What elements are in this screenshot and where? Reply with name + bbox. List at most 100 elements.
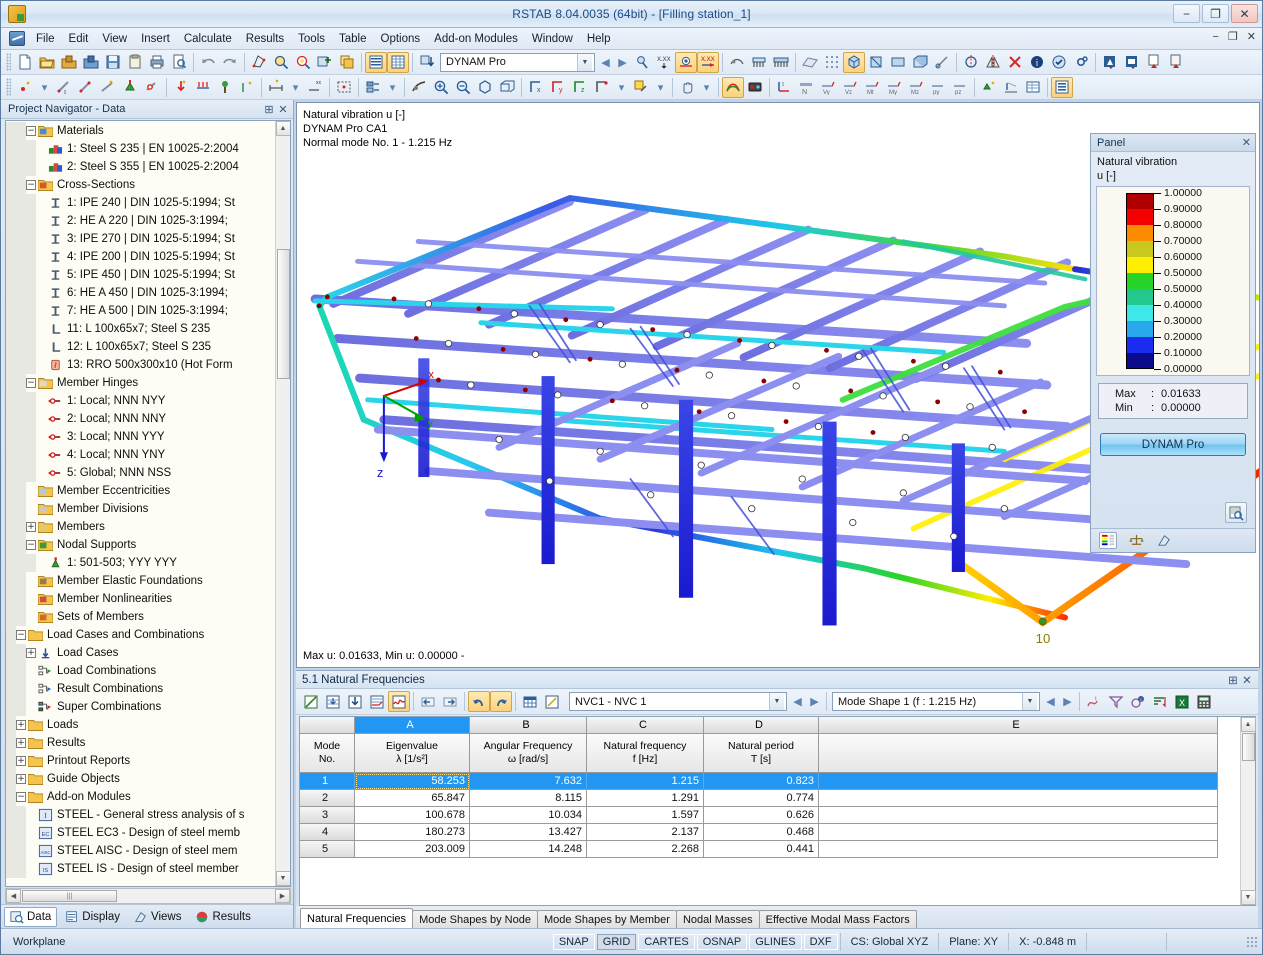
scroll-down-button[interactable]: ▼ [275,871,290,886]
navigator-tab-results[interactable]: Results [189,907,256,927]
tree-node[interactable]: 5: IPE 450 | DIN 1025-5:1994; St [6,266,275,284]
zoom-out-icon[interactable] [452,77,474,98]
table-prev-col-icon[interactable] [417,691,439,712]
print-report-1-icon[interactable] [1099,52,1121,73]
tree-node[interactable]: + Members [6,518,275,536]
tree-toggle[interactable]: − [26,540,36,550]
table-cell[interactable]: 180.273 [355,824,470,841]
tree-node[interactable]: − Cross-Sections [6,176,275,194]
result-Mt-icon[interactable]: Mt [861,77,883,98]
grid-column-letter[interactable]: B [470,717,587,734]
row-number-cell[interactable]: 1 [300,773,355,790]
support-reactions-icon[interactable] [978,77,1000,98]
status-toggle-dxf[interactable]: DXF [803,933,838,950]
menu-calculate[interactable]: Calculate [177,30,239,48]
navigator-horizontal-scrollbar[interactable]: ◀ ||| ▶ [5,888,291,904]
view-dir-x-icon[interactable]: x [525,77,547,98]
table-redo-icon[interactable] [490,691,512,712]
rotate-view-icon[interactable] [960,52,982,73]
tree-toggle[interactable]: + [26,522,36,532]
tree-node[interactable]: Member Nonlinearities [6,590,275,608]
table-cell[interactable]: 1.215 [587,773,704,790]
resize-grip[interactable] [1246,935,1258,948]
table-cell[interactable] [819,824,1218,841]
copy-window-icon[interactable] [336,52,358,73]
tree-node[interactable]: + Results [6,734,275,752]
table-sort-icon[interactable] [1149,691,1171,712]
load-area-icon[interactable] [214,77,236,98]
module-next-button[interactable]: ▶ [614,52,631,72]
view-dir-dropdown-arrow[interactable]: ▾ [613,77,630,97]
result-diagram-icon[interactable] [1000,77,1022,98]
tree-node[interactable]: 12: L 100x65x7; Steel S 235 [6,338,275,356]
deformation-icon[interactable] [722,76,744,98]
mdi-minimize-button[interactable]: − [1209,31,1221,43]
status-toggle-glines[interactable]: GLINES [749,933,802,950]
print-icon[interactable] [146,52,168,73]
render-style-dropdown-arrow[interactable]: ▾ [652,77,669,97]
results-table-tab[interactable]: Natural Frequencies [300,908,414,928]
status-toggle-snap[interactable]: SNAP [552,933,595,950]
tree-node[interactable]: 4: IPE 200 | DIN 1025-5:1994; St [6,248,275,266]
delete-icon[interactable] [1004,52,1026,73]
tree-node[interactable]: 5: Global; NNN NSS [6,464,275,482]
result-py-icon[interactable]: py [927,77,949,98]
result-My-icon[interactable]: My [883,77,905,98]
tree-node[interactable]: − Member Hinges [6,374,275,392]
select-add-icon[interactable] [314,52,336,73]
tree-node[interactable]: IS STEEL IS - Design of steel member [6,860,275,878]
mode-prev-button[interactable]: ◀ [1042,692,1059,712]
render-model-icon[interactable] [408,77,430,98]
layers-dropdown-arrow[interactable]: ▾ [384,77,401,97]
tables-show-icon[interactable] [365,51,387,73]
view-snap-icon[interactable] [931,52,953,73]
table-row[interactable]: 2 65.847 8.115 1.291 0.774 [300,790,1240,807]
node-dropdown-arrow[interactable]: ▾ [36,77,53,97]
model-viewport[interactable]: Natural vibration u [-] DYNAM Pro CA1 Norm… [296,102,1260,668]
table-cell[interactable]: 58.253 [355,773,470,790]
status-toggle-cartes[interactable]: CARTES [638,933,695,950]
tree-node[interactable]: + Loads [6,716,275,734]
table-cell[interactable]: 0.626 [704,807,819,824]
table-row[interactable]: 1 58.253 7.632 1.215 0.823 [300,773,1240,790]
table-edit-icon[interactable] [541,691,563,712]
tree-toggle[interactable]: + [16,756,26,766]
tree-node[interactable]: − Load Cases and Combinations [6,626,275,644]
tree-node[interactable]: AISC STEEL AISC - Design of steel mem [6,842,275,860]
row-number-cell[interactable]: 5 [300,841,355,858]
load-case-next-button[interactable]: ▶ [806,692,823,712]
export-excel-icon[interactable]: X [1171,691,1193,712]
menu-file[interactable]: File [29,30,62,48]
new-node-icon[interactable] [14,77,36,98]
printout-add-icon[interactable] [1143,52,1165,73]
tree-node[interactable]: − Materials [6,122,275,140]
tree-toggle[interactable]: + [16,774,26,784]
tree-node[interactable]: Load Combinations [6,662,275,680]
open-file-icon[interactable] [36,52,58,73]
new-file-icon[interactable] [14,52,36,73]
printout-add2-icon[interactable] [1165,52,1187,73]
tree-node[interactable]: Member Elastic Foundations [6,572,275,590]
table-cell[interactable]: 65.847 [355,790,470,807]
grid-scroll-up-button[interactable]: ▲ [1240,717,1256,732]
table-filter2-icon[interactable] [1105,691,1127,712]
table-export-icon[interactable] [344,691,366,712]
grid-column-letter[interactable]: A [355,717,470,734]
value-decimals-icon[interactable]: X.XX [653,52,675,73]
select-graphically-icon[interactable] [248,52,270,73]
menu-window[interactable]: Window [525,30,580,48]
status-toggle-osnap[interactable]: OSNAP [696,933,748,950]
table-cell[interactable]: 8.115 [470,790,587,807]
layers-icon[interactable] [362,77,384,98]
toolbar-grip[interactable] [6,53,11,71]
navigator-close-button[interactable]: ✕ [276,103,290,116]
print-preview-icon[interactable] [168,52,190,73]
new-member-icon[interactable]: I [53,77,75,98]
table-cell[interactable]: 0.774 [704,790,819,807]
panel-close-button[interactable]: ✕ [1242,136,1251,149]
row-number-cell[interactable]: 3 [300,807,355,824]
settings-gear-icon[interactable] [1070,52,1092,73]
tree-node[interactable]: 2: HE A 220 | DIN 1025-3:1994; [6,212,275,230]
menu-table[interactable]: Table [332,30,374,48]
tree-node[interactable]: Super Combinations [6,698,275,716]
